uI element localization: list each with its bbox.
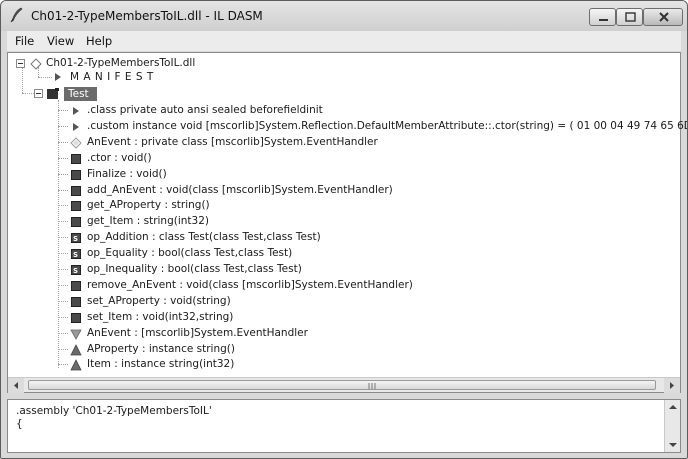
- tree-member-node[interactable]: .ctor : void(): [87, 152, 152, 164]
- tree-member-node[interactable]: set_Item : void(int32,string): [87, 311, 233, 323]
- menu-bar: File View Help: [7, 31, 681, 51]
- tree-connector: [58, 189, 68, 191]
- tree-member-node[interactable]: op_Addition : class Test(class Test,clas…: [87, 231, 321, 243]
- scroll-arrows-icon: [669, 405, 677, 447]
- tree-connector: [58, 100, 59, 368]
- tree-root-node[interactable]: Ch01-2-TypeMembersToIL.dll: [46, 57, 195, 69]
- method-icon: [71, 312, 81, 323]
- tree-member-node[interactable]: op_Inequality : bool(class Test,class Te…: [87, 263, 302, 275]
- static-method-icon: S: [71, 249, 81, 260]
- tree-connector: [58, 300, 68, 302]
- assembly-diamond-icon: [30, 58, 42, 70]
- arrow-right-icon: [670, 382, 674, 389]
- output-line: .assembly 'Ch01-2-TypeMembersToIL': [16, 405, 212, 417]
- tree-member-node[interactable]: AProperty : instance string(): [87, 343, 235, 355]
- tree-connector: [38, 77, 52, 78]
- field-diamond-icon: [70, 137, 82, 149]
- property-icon: [70, 343, 82, 355]
- tree-manifest-node[interactable]: M A N I F E S T: [70, 71, 154, 83]
- tree-connector: [58, 364, 68, 366]
- directive-arrow-icon: [73, 107, 79, 115]
- maximize-button[interactable]: [616, 8, 643, 26]
- tree-member-node[interactable]: remove_AnEvent : void(class [mscorlib]Sy…: [87, 279, 413, 291]
- property-icon: [70, 359, 82, 371]
- menu-help[interactable]: Help: [86, 34, 112, 48]
- tree-connector: [58, 157, 68, 159]
- close-icon: [659, 12, 669, 22]
- tree-connector: [58, 125, 68, 127]
- expand-toggle[interactable]: [34, 89, 43, 98]
- tree-connector: [58, 332, 68, 334]
- minimize-icon: [599, 19, 608, 21]
- grip-icon: [368, 383, 376, 389]
- static-method-icon: S: [71, 265, 81, 275]
- tree-connector: [58, 141, 68, 143]
- quill-pen-icon: [10, 7, 23, 23]
- il-output-pane[interactable]: .assembly 'Ch01-2-TypeMembersToIL' {: [7, 399, 681, 453]
- tree-connector: [58, 237, 68, 239]
- tree-member-node[interactable]: add_AnEvent : void(class [mscorlib]Syste…: [87, 184, 393, 196]
- tree-member-node[interactable]: get_Item : string(int32): [87, 215, 209, 227]
- tree-connector: [58, 221, 68, 223]
- tree-connector: [58, 348, 68, 350]
- static-method-icon: S: [71, 233, 81, 244]
- method-icon: [71, 169, 81, 180]
- manifest-arrow-icon: [55, 73, 61, 81]
- tree-member-node[interactable]: AnEvent : [mscorlib]System.EventHandler: [87, 327, 308, 339]
- menu-file[interactable]: File: [15, 34, 34, 48]
- window-title: Ch01-2-TypeMembersToIL.dll - IL DASM: [31, 9, 263, 23]
- ildasm-window: Ch01-2-TypeMembersToIL.dll - IL DASM Fil…: [0, 0, 688, 459]
- tree-member-node[interactable]: Finalize : void(): [87, 168, 167, 180]
- event-icon: [70, 329, 82, 340]
- expand-toggle[interactable]: [16, 59, 25, 68]
- tree-member-node[interactable]: op_Equality : bool(class Test,class Test…: [87, 247, 292, 259]
- tree-connector: [58, 205, 68, 207]
- tree-connector: [22, 67, 23, 93]
- minimize-button[interactable]: [589, 8, 616, 26]
- tree-connector: [58, 316, 68, 318]
- vertical-scrollbar[interactable]: [664, 400, 680, 452]
- tree-member-node[interactable]: .class private auto ansi sealed beforefi…: [87, 104, 323, 116]
- tree-member-node[interactable]: Item : instance string(int32): [87, 358, 234, 370]
- tree-member-node[interactable]: get_AProperty : string(): [87, 199, 210, 211]
- scroll-thumb[interactable]: [28, 380, 656, 390]
- tree-member-node[interactable]: AnEvent : private class [mscorlib]System…: [87, 136, 378, 148]
- output-line: {: [16, 418, 23, 430]
- method-icon: [71, 280, 81, 291]
- maximize-icon: [625, 12, 636, 22]
- directive-arrow-icon: [73, 122, 79, 131]
- tree-connector: [58, 269, 68, 270]
- tree-connector: [58, 253, 68, 255]
- svg-text:S: S: [73, 235, 78, 243]
- method-icon: [71, 217, 81, 228]
- close-button[interactable]: [643, 8, 683, 26]
- scroll-right-button[interactable]: [664, 378, 680, 393]
- menu-view[interactable]: View: [47, 34, 74, 48]
- tree-connector: [58, 173, 68, 175]
- title-bar[interactable]: Ch01-2-TypeMembersToIL.dll - IL DASM: [1, 1, 687, 31]
- class-icon: [47, 88, 59, 99]
- method-icon: [71, 296, 81, 307]
- tree-class-node[interactable]: Test: [68, 88, 89, 100]
- tree-member-node[interactable]: .custom instance void [mscorlib]System.R…: [87, 120, 687, 132]
- tree-view[interactable]: Ch01-2-TypeMembersToIL.dll M A N I F E S…: [7, 52, 687, 393]
- method-icon: [71, 153, 81, 164]
- method-icon: [71, 185, 81, 196]
- tree-connector: [58, 110, 68, 111]
- svg-text:S: S: [73, 251, 78, 259]
- method-icon: [71, 201, 81, 212]
- arrow-left-icon: [14, 382, 18, 389]
- horizontal-scrollbar[interactable]: [8, 377, 680, 393]
- tree-connector: [58, 284, 68, 286]
- svg-text:S: S: [73, 267, 78, 275]
- tree-member-node[interactable]: set_AProperty : void(string): [87, 295, 231, 307]
- scroll-left-button[interactable]: [8, 378, 24, 393]
